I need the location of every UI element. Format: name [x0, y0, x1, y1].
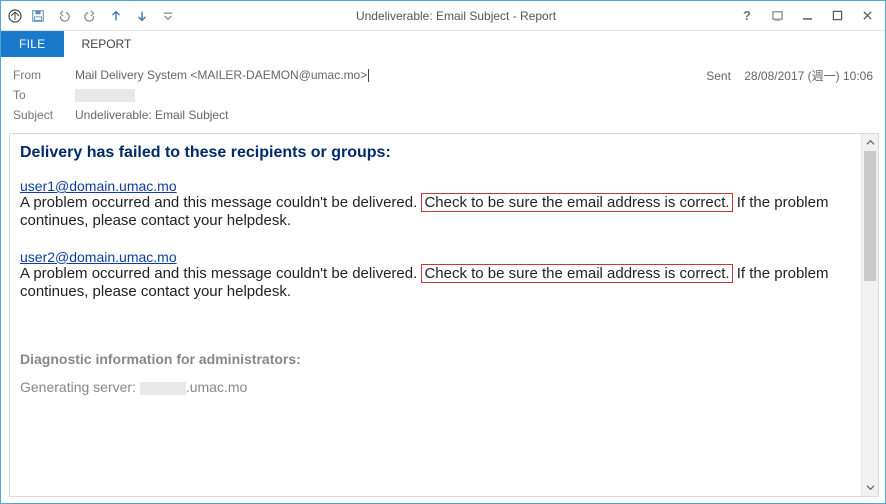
maximize-button[interactable] — [823, 5, 851, 27]
generating-server: Generating server: .umac.mo — [20, 379, 851, 395]
window-controls: ? — [733, 5, 885, 27]
tab-file[interactable]: FILE — [1, 31, 64, 57]
diagnostic-heading: Diagnostic information for administrator… — [20, 351, 851, 367]
message-header: From Mail Delivery System <MAILER-DAEMON… — [1, 57, 885, 131]
from-text: Mail Delivery System <MAILER-DAEMON@umac… — [75, 68, 367, 82]
window-title: Undeliverable: Email Subject - Report — [179, 9, 733, 23]
ribbon-tabs: FILE REPORT — [1, 31, 885, 57]
minimize-button[interactable] — [793, 5, 821, 27]
subject-value: Undeliverable: Email Subject — [75, 108, 873, 122]
recipient-block: user1@domain.umac.mo A problem occurred … — [20, 178, 851, 231]
redacted-server — [140, 382, 186, 395]
failure-heading: Delivery has failed to these recipients … — [20, 144, 851, 162]
msg-part-a: A problem occurred and this message coul… — [20, 194, 417, 211]
sent-value: 28/08/2017 (週一) 10:06 — [744, 69, 873, 83]
recipient-block: user2@domain.umac.mo A problem occurred … — [20, 249, 851, 302]
close-button[interactable] — [853, 5, 881, 27]
gen-server-label: Generating server: — [20, 379, 140, 395]
app-icon — [7, 8, 23, 24]
to-label: To — [13, 88, 75, 102]
scroll-up-icon[interactable] — [862, 134, 878, 151]
from-label: From — [13, 68, 75, 82]
gen-server-suffix: .umac.mo — [186, 379, 247, 395]
msg-highlight-box: Check to be sure the email address is co… — [421, 193, 732, 212]
recipient-email-link[interactable]: user2@domain.umac.mo — [20, 249, 177, 265]
scrollbar-vertical[interactable] — [861, 134, 878, 496]
previous-arrow-icon[interactable] — [105, 5, 127, 27]
redo-icon[interactable] — [79, 5, 101, 27]
msg-part-a: A problem occurred and this message coul… — [20, 265, 417, 282]
scrollbar-thumb[interactable] — [864, 151, 876, 281]
title-bar: Undeliverable: Email Subject - Report ? — [1, 1, 885, 31]
qat-customize-icon[interactable] — [157, 5, 179, 27]
help-icon[interactable]: ? — [733, 5, 761, 27]
sent-label: Sent — [706, 69, 731, 83]
to-value — [75, 88, 873, 102]
text-cursor — [368, 69, 369, 82]
message-body-container: Delivery has failed to these recipients … — [9, 133, 879, 497]
tab-report-label: REPORT — [82, 37, 132, 51]
undo-icon[interactable] — [53, 5, 75, 27]
sent-block: Sent 28/08/2017 (週一) 10:06 — [686, 67, 873, 84]
tab-file-label: FILE — [19, 37, 46, 51]
quick-access-toolbar — [1, 5, 179, 27]
recipient-message: A problem occurred and this message coul… — [20, 194, 851, 231]
msg-highlight-box: Check to be sure the email address is co… — [421, 264, 732, 283]
recipient-message: A problem occurred and this message coul… — [20, 265, 851, 302]
ribbon-display-icon[interactable] — [763, 5, 791, 27]
tab-report[interactable]: REPORT — [64, 31, 150, 57]
next-arrow-icon[interactable] — [131, 5, 153, 27]
message-body: Delivery has failed to these recipients … — [10, 134, 861, 496]
save-icon[interactable] — [27, 5, 49, 27]
recipient-email-link[interactable]: user1@domain.umac.mo — [20, 178, 177, 194]
scroll-down-icon[interactable] — [862, 479, 878, 496]
subject-label: Subject — [13, 108, 75, 122]
scrollbar-track[interactable] — [862, 151, 878, 479]
from-value: Mail Delivery System <MAILER-DAEMON@umac… — [75, 68, 686, 82]
redacted-recipient — [75, 89, 135, 102]
